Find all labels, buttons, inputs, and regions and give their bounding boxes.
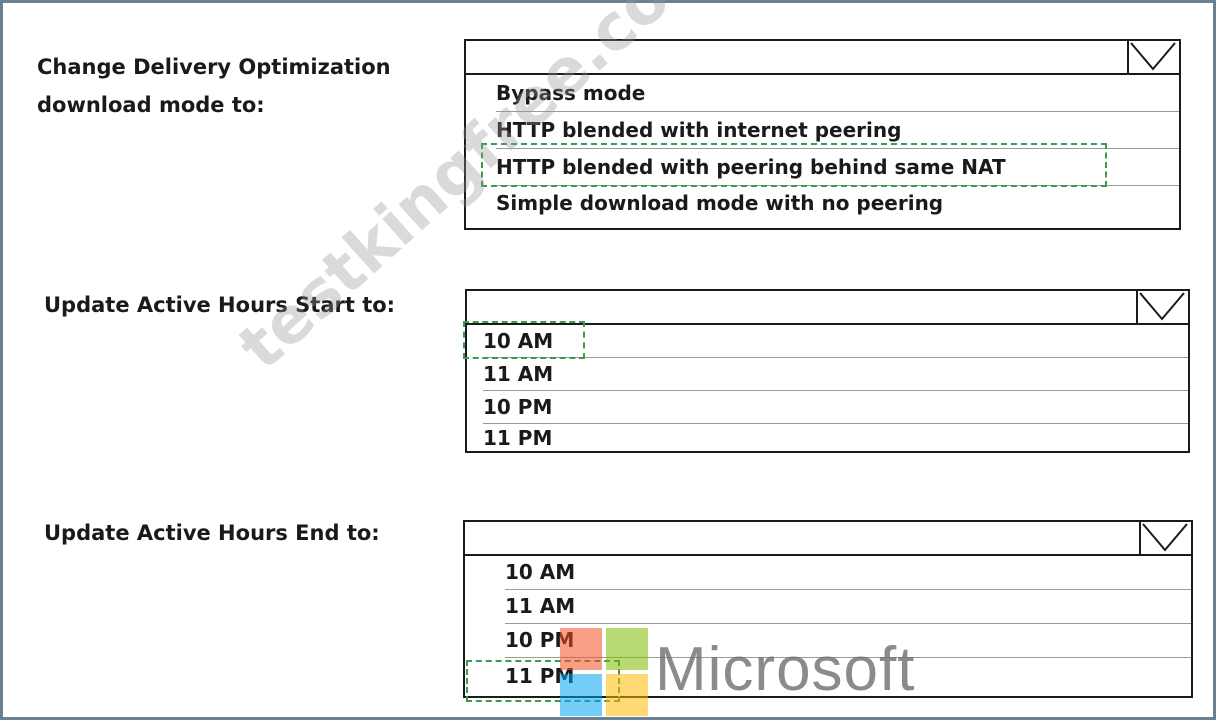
delivery-optimization-dropdown[interactable]: Bypass mode HTTP blended with internet p… xyxy=(464,39,1181,230)
logo-square-yellow xyxy=(606,674,648,716)
dropdown-arrow-icon[interactable] xyxy=(1127,41,1179,73)
active-hours-start-label: Update Active Hours Start to: xyxy=(44,293,396,317)
dropdown-option[interactable]: HTTP blended with internet peering xyxy=(496,112,1179,149)
question-label-line1: Change Delivery Optimization xyxy=(37,55,391,79)
dropdown-option-selected[interactable]: HTTP blended with peering behind same NA… xyxy=(496,149,1179,186)
dropdown-option[interactable]: 11 AM xyxy=(483,358,1188,391)
dropdown-option-selected[interactable]: 10 AM xyxy=(483,325,1188,358)
dropdown-header[interactable] xyxy=(466,41,1179,75)
dropdown-arrow-icon[interactable] xyxy=(1139,522,1191,554)
dropdown-header[interactable] xyxy=(467,291,1188,325)
dropdown-option[interactable]: 11 AM xyxy=(505,590,1191,624)
question-label-line2: download mode to: xyxy=(37,93,265,117)
active-hours-end-label: Update Active Hours End to: xyxy=(44,521,380,545)
dropdown-option[interactable]: Simple download mode with no peering xyxy=(496,186,1179,223)
dropdown-option[interactable]: 10 AM xyxy=(505,556,1191,590)
microsoft-logo-icon xyxy=(560,628,648,716)
logo-square-green xyxy=(606,628,648,670)
dropdown-option[interactable]: 11 PM xyxy=(483,424,1188,453)
active-hours-start-dropdown[interactable]: 10 AM 11 AM 10 PM 11 PM xyxy=(465,289,1190,453)
dropdown-option[interactable]: 10 PM xyxy=(483,391,1188,424)
delivery-optimization-label: Change Delivery Optimization download mo… xyxy=(37,48,391,124)
logo-square-red xyxy=(560,628,602,670)
dropdown-header[interactable] xyxy=(465,522,1191,556)
dropdown-option[interactable]: Bypass mode xyxy=(496,75,1179,112)
microsoft-wordmark: Microsoft xyxy=(655,635,916,704)
dropdown-arrow-icon[interactable] xyxy=(1136,291,1188,323)
logo-square-blue xyxy=(560,674,602,716)
